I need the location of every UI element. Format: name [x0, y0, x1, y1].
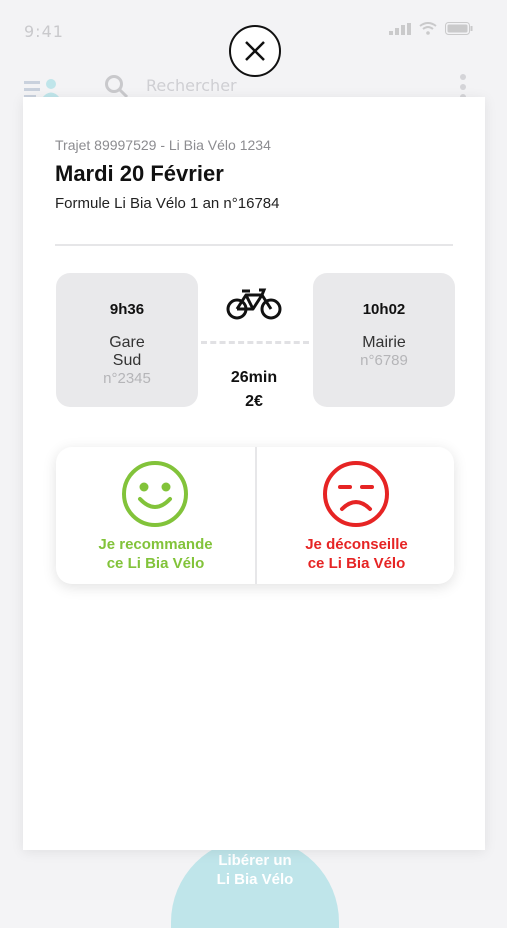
search-placeholder: Rechercher [146, 76, 237, 95]
trip-price: 2€ [245, 393, 263, 410]
trip-id: Trajet 89997529 - Li Bia Vélo 1234 [55, 137, 271, 153]
status-time: 9:41 [24, 22, 64, 41]
frown-icon [323, 461, 389, 527]
release-line1: Libérer un [218, 852, 292, 869]
battery-icon [445, 22, 473, 35]
discourage-line2: ce Li Bia Vélo [307, 555, 406, 572]
recommend-line2: ce Li Bia Vélo [106, 555, 205, 572]
recommend-label: Je recommande ce Li Bia Vélo [56, 535, 255, 573]
release-line2: Li Bia Vélo [216, 871, 294, 888]
bike-icon [226, 288, 282, 320]
end-station-card: 10h02 Mairie n°6789 [313, 273, 455, 407]
signal-icon [389, 22, 411, 35]
end-station-line1: Mairie [362, 334, 406, 351]
end-station-number: n°6789 [360, 352, 408, 369]
trip-date: Mardi 20 Février [55, 161, 224, 186]
route-dash-line [201, 341, 309, 344]
start-station-name: Gare Sud [56, 334, 198, 370]
close-icon [245, 41, 265, 61]
trip-formula: Formule Li Bia Vélo 1 an n°16784 [55, 195, 280, 212]
recommend-line1: Je recommande [98, 536, 213, 553]
start-station-number: n°2345 [103, 370, 151, 387]
trip-detail-modal: Trajet 89997529 - Li Bia Vélo 1234 Mardi… [23, 97, 485, 850]
rating-card: Je recommande ce Li Bia Vélo Je déconsei… [56, 447, 454, 584]
start-station-card: 9h36 Gare Sud n°2345 [56, 273, 198, 407]
status-icons [389, 22, 473, 35]
end-time: 10h02 [362, 301, 406, 318]
smile-icon [122, 461, 188, 527]
discourage-button[interactable]: Je déconseille ce Li Bia Vélo [255, 447, 454, 584]
trip-duration: 26min [230, 369, 278, 386]
start-station-line2: Sud [112, 352, 142, 369]
start-time: 9h36 [109, 301, 145, 318]
discourage-line1: Je déconseille [305, 536, 408, 553]
release-bike-label: Libérer un Li Bia Vélo [171, 851, 339, 889]
divider [55, 244, 453, 246]
recommend-button[interactable]: Je recommande ce Li Bia Vélo [56, 447, 255, 584]
close-button[interactable] [229, 25, 281, 77]
end-station-name: Mairie [313, 334, 455, 352]
discourage-label: Je déconseille ce Li Bia Vélo [257, 535, 454, 573]
wifi-icon [419, 22, 437, 35]
release-bike-button: Libérer un Li Bia Vélo [171, 838, 339, 928]
start-station-line1: Gare [109, 334, 145, 351]
